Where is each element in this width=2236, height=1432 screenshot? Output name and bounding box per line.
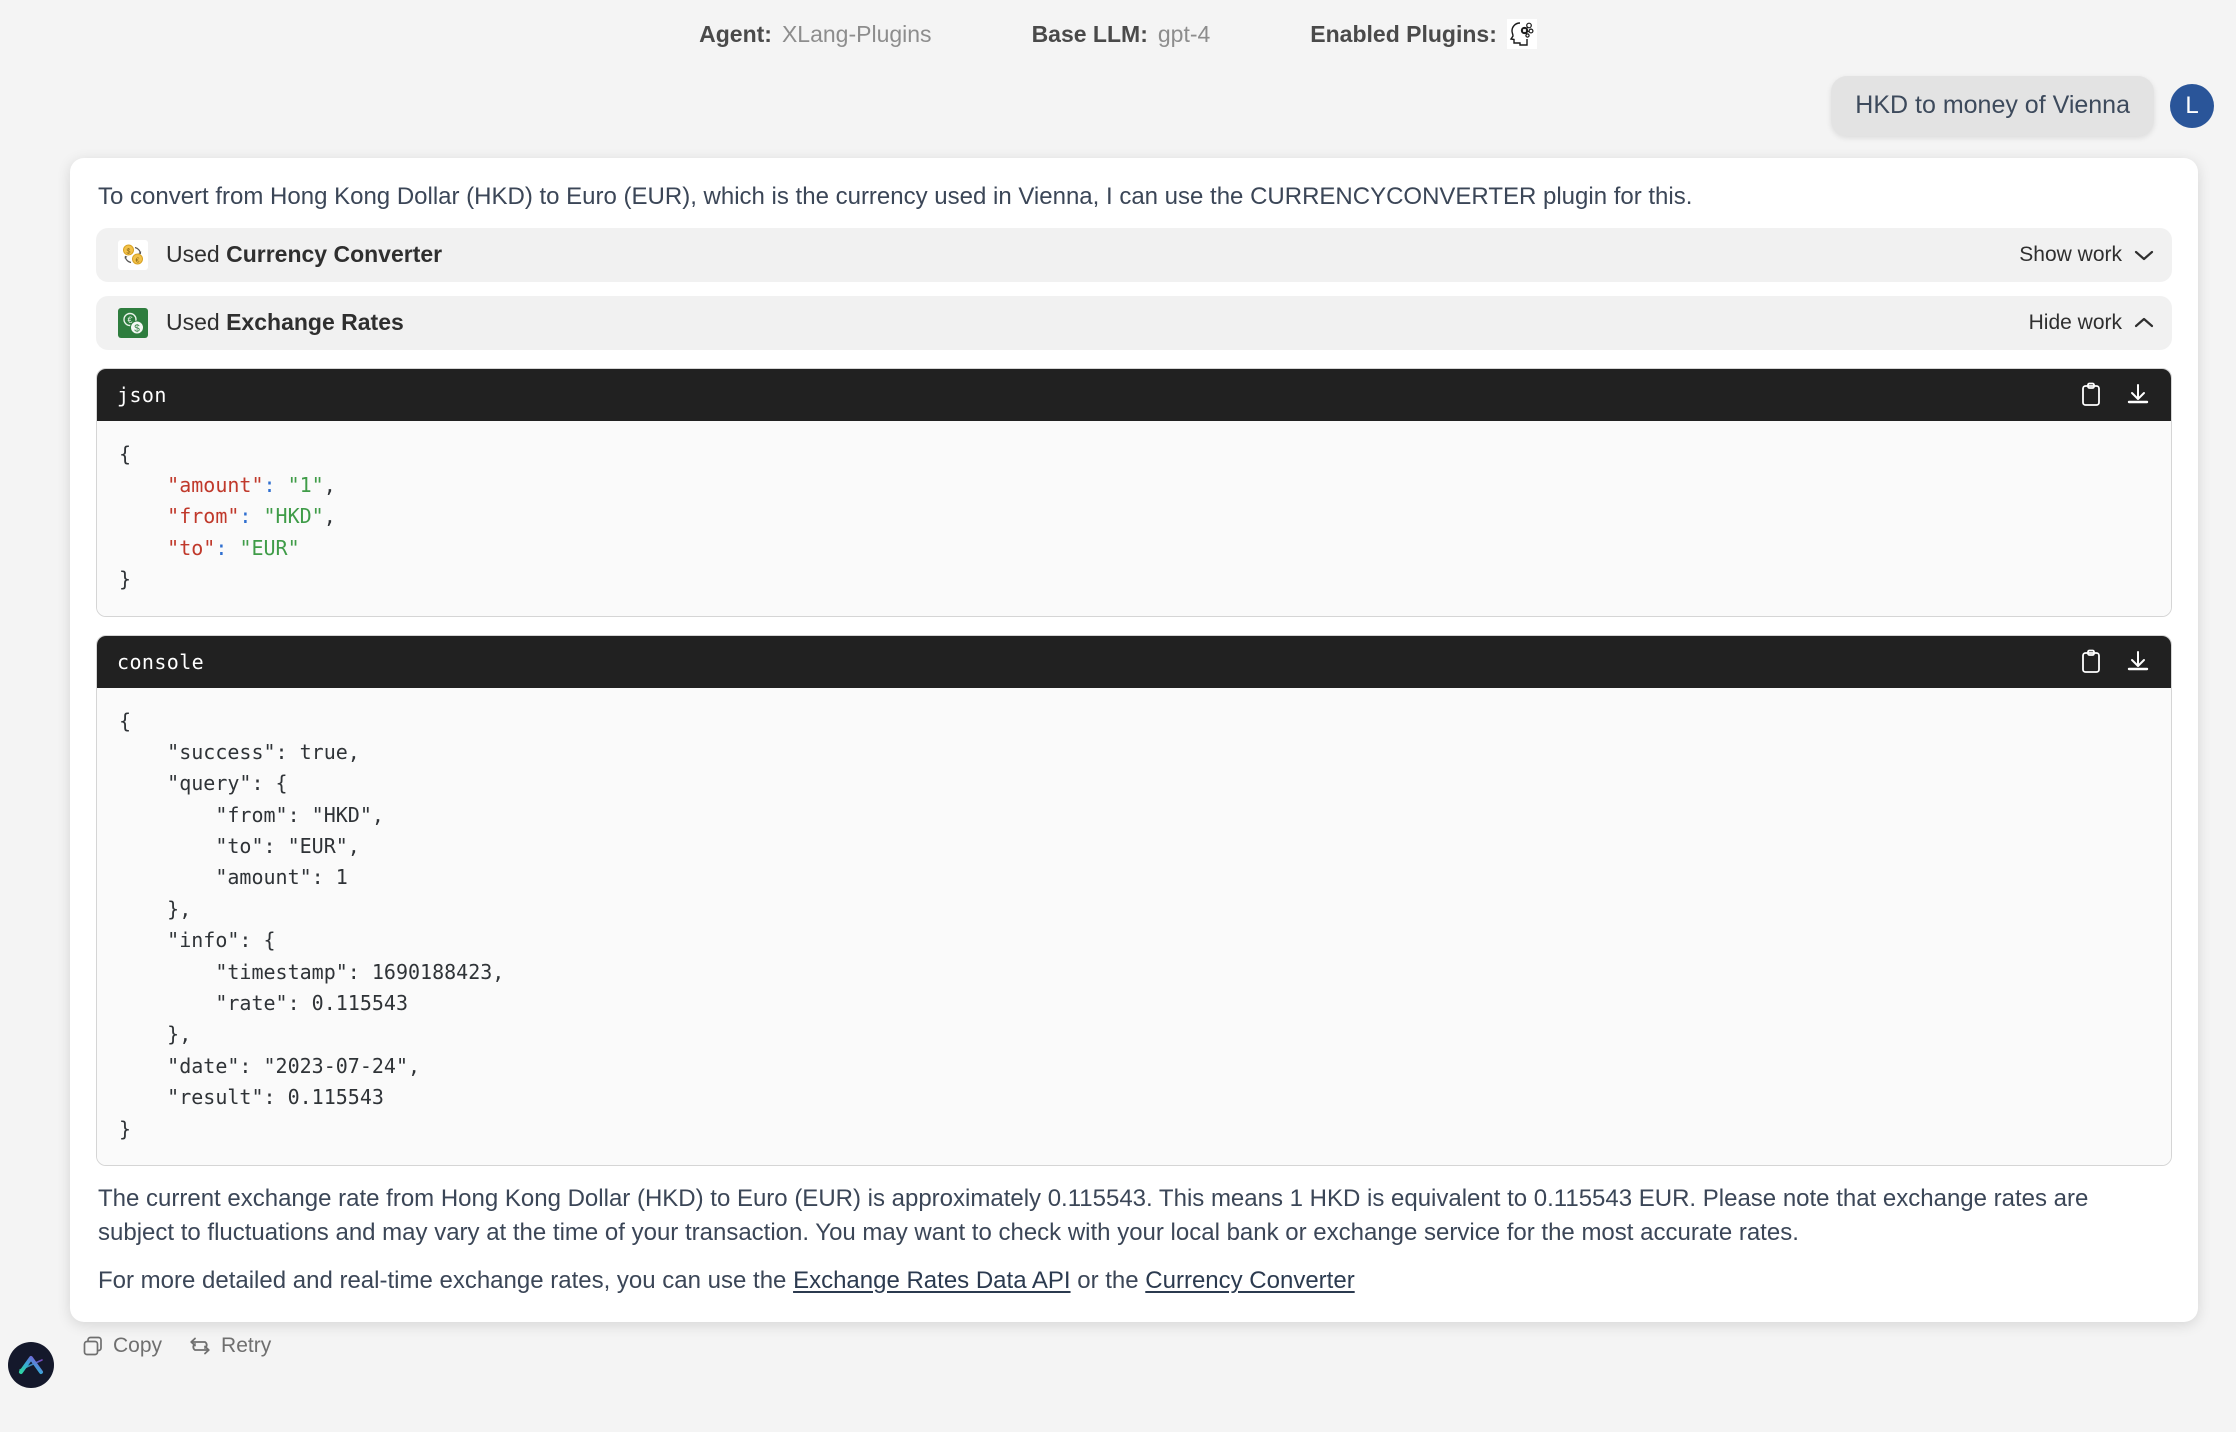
used-label-2: Used: [166, 309, 220, 336]
download-icon[interactable]: [2125, 382, 2151, 408]
plugin-row-exchange-rates[interactable]: € $ Used Exchange Rates Hide work: [96, 295, 2172, 350]
code-block-json-header: json: [97, 368, 2171, 421]
assistant-links-line: For more detailed and real-time exchange…: [96, 1264, 2172, 1298]
chevron-down-icon: [2134, 250, 2154, 260]
ai-head-gears-icon[interactable]: [1506, 19, 1537, 49]
copy-button[interactable]: Copy: [82, 1334, 162, 1358]
plugin-row-currency-converter[interactable]: $ € Used Currency Converter Show work: [96, 227, 2172, 282]
avatar: L: [2170, 83, 2214, 128]
code-block-json-body: { "amount": "1", "from": "HKD", "to": "E…: [97, 420, 2171, 616]
code-block-console: console { "success": true, "query": {"f…: [96, 634, 2172, 1166]
plugin-used-text-1: Used Currency Converter: [166, 241, 2019, 268]
user-message-bubble: HKD to money of Vienna: [1831, 76, 2154, 136]
svg-text:€: €: [136, 257, 140, 264]
assistant-summary-text: The current exchange rate from Hong Kong…: [98, 1185, 2089, 1247]
base-llm-value: gpt-4: [1157, 20, 1211, 47]
code-language-label-console: console: [117, 649, 205, 674]
clipboard-icon[interactable]: [2079, 649, 2103, 675]
code-actions-console: [2079, 649, 2151, 675]
json-line-4: }: [119, 567, 132, 592]
code-block-console-body: { "success": true, "query": { "from": "H…: [97, 687, 2171, 1165]
agent-meta: Agent: XLang-Plugins: [699, 21, 931, 48]
meta-bar: Agent: XLang-Plugins Base LLM: gpt-4 Ena…: [0, 0, 2236, 62]
assistant-intro-text: To convert from Hong Kong Dollar (HKD) t…: [98, 182, 1693, 210]
retry-label: Retry: [221, 1334, 272, 1358]
links-middle: or the: [1070, 1267, 1146, 1295]
code-block-console-header: console: [97, 635, 2171, 688]
retry-icon: [190, 1337, 210, 1355]
hide-work-label-2: Hide work: [2028, 310, 2122, 334]
plugin-used-text-2: Used Exchange Rates: [166, 309, 2029, 336]
chevron-up-icon: [2134, 317, 2154, 327]
links-prefix: For more detailed and real-time exchange…: [98, 1267, 794, 1295]
code-console-content: { "success": true, "query": { "from": "H…: [119, 708, 505, 1141]
agent-label: Agent:: [699, 20, 772, 47]
message-actions: Copy Retry: [0, 1322, 2236, 1358]
retry-button[interactable]: Retry: [188, 1334, 271, 1358]
svg-text:$: $: [127, 248, 131, 255]
copy-icon: [83, 1336, 102, 1356]
link-currency-converter[interactable]: Currency Converter: [1145, 1267, 1354, 1294]
code-block-json: json { "amount": "1", "from": "HKD", "to…: [96, 367, 2172, 617]
app-logo-badge[interactable]: [8, 1342, 54, 1388]
copy-label: Copy: [113, 1334, 163, 1358]
link-exchange-rates-data-api[interactable]: Exchange Rates Data API: [793, 1267, 1071, 1294]
clipboard-icon[interactable]: [2079, 382, 2103, 408]
assistant-response-card: To convert from Hong Kong Dollar (HKD) t…: [70, 157, 2198, 1323]
enabled-plugins-label: Enabled Plugins:: [1310, 20, 1497, 47]
exchange-rates-green-icon: € $: [118, 307, 148, 338]
code-actions-json: [2079, 382, 2151, 408]
base-llm-label: Base LLM:: [1031, 20, 1148, 47]
currency-exchange-coins-icon: $ €: [118, 239, 148, 270]
plugin-name-1: Currency Converter: [226, 241, 443, 268]
show-work-label-1: Show work: [2019, 242, 2122, 266]
used-label-1: Used: [166, 241, 220, 268]
download-icon[interactable]: [2125, 649, 2151, 675]
code-language-label-json: json: [117, 382, 167, 407]
hide-work-toggle-2[interactable]: Hide work: [2029, 311, 2154, 335]
show-work-toggle-1[interactable]: Show work: [2019, 243, 2154, 267]
json-line-0: {: [119, 441, 132, 466]
svg-text:$: $: [134, 323, 140, 334]
base-llm-meta: Base LLM: gpt-4: [1032, 21, 1211, 48]
plugin-name-2: Exchange Rates: [226, 309, 404, 336]
enabled-plugins-meta: Enabled Plugins:: [1310, 19, 1537, 49]
app-logo-icon: [19, 1356, 43, 1374]
user-message-row: HKD to money of Vienna L: [0, 76, 2236, 136]
agent-value: XLang-Plugins: [781, 20, 932, 47]
code-json-content: { "amount": "1", "from": "HKD", "to": "E…: [119, 441, 336, 592]
